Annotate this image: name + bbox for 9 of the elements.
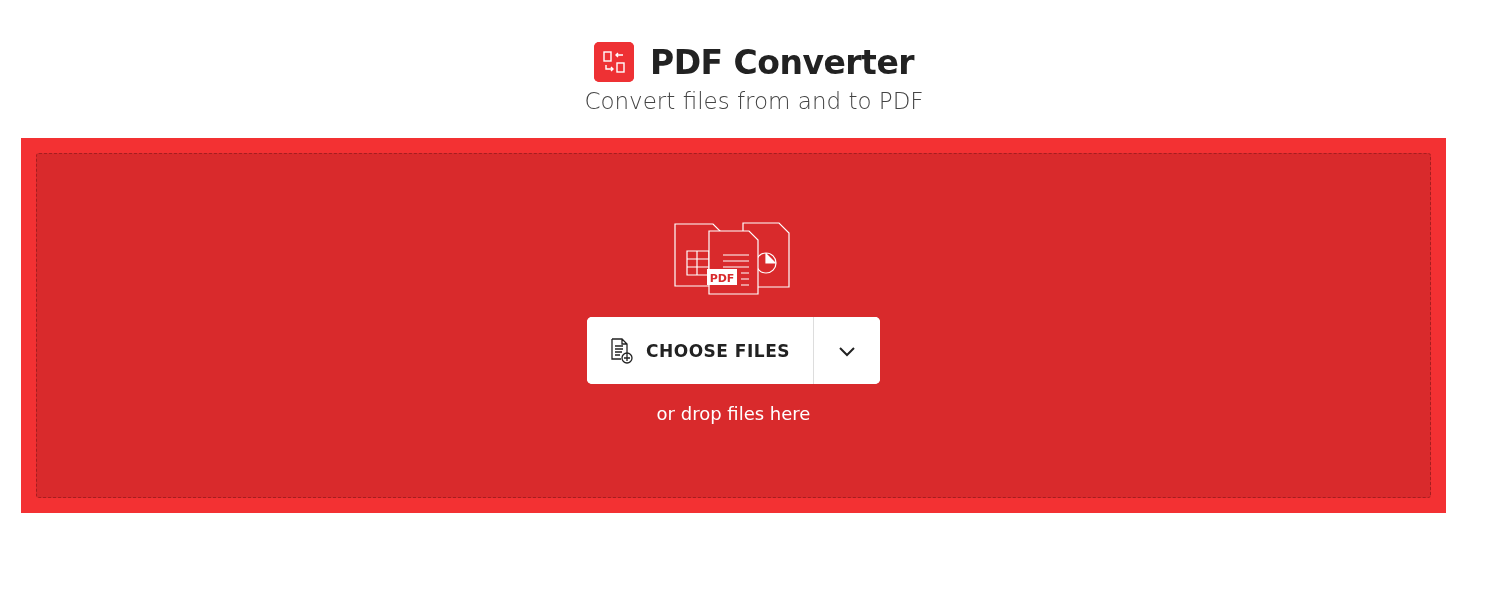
dropdown-button[interactable]: [813, 317, 880, 384]
documents-illustration-drawing: PDF: [672, 221, 795, 297]
drop-hint: or drop files here: [656, 403, 811, 424]
app-subtitle: Convert files from and to PDF: [584, 88, 924, 114]
drop-area[interactable]: PDF CHOOSE FILES or drop files here: [36, 153, 1431, 498]
add-file-icon: [610, 337, 634, 364]
logo-icon: [593, 42, 634, 82]
chevron-down-icon: [838, 344, 856, 357]
app-title: PDF Converter: [649, 42, 915, 82]
